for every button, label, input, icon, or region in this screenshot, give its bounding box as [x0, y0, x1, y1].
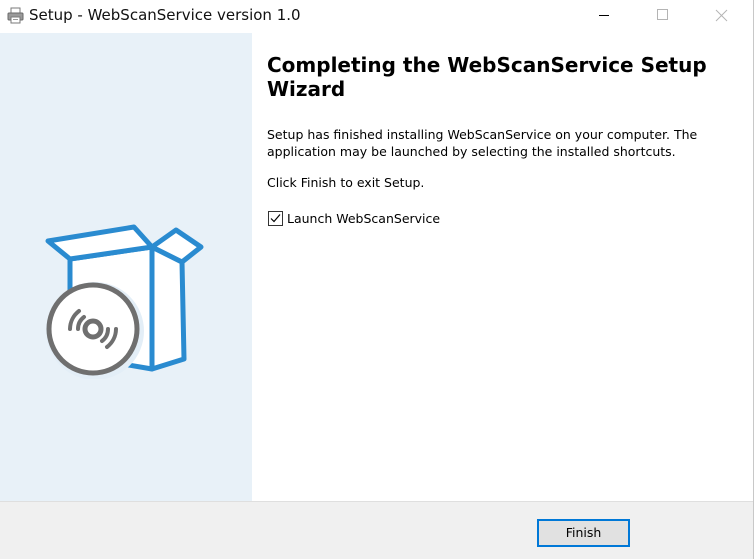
finish-instruction-text: Click Finish to exit Setup. [267, 175, 425, 190]
close-icon [715, 9, 728, 22]
minimize-icon [599, 15, 609, 16]
launch-checkbox-label[interactable]: Launch WebScanService [287, 211, 440, 226]
page-title: Completing the WebScanService Setup Wiza… [267, 53, 707, 101]
launch-option[interactable]: Launch WebScanService [268, 209, 440, 228]
software-box-with-disc-icon [45, 224, 204, 379]
checkmark-icon [270, 214, 281, 223]
setup-window: Setup - WebScanService version 1.0 Compl… [0, 0, 754, 559]
launch-checkbox[interactable] [268, 211, 283, 226]
minimize-button[interactable] [581, 0, 627, 31]
maximize-button[interactable] [639, 0, 685, 31]
finish-button[interactable]: Finish [537, 519, 630, 547]
button-bar: Finish [0, 501, 753, 559]
window-title: Setup - WebScanService version 1.0 [29, 6, 301, 24]
wizard-content: Completing the WebScanService Setup Wiza… [252, 33, 752, 501]
printer-icon [7, 7, 24, 24]
maximize-icon [657, 9, 668, 20]
title-bar[interactable]: Setup - WebScanService version 1.0 [0, 0, 753, 32]
install-summary-text: Setup has finished installing WebScanSer… [267, 127, 698, 159]
close-button[interactable] [698, 0, 744, 31]
wizard-banner [0, 33, 252, 501]
